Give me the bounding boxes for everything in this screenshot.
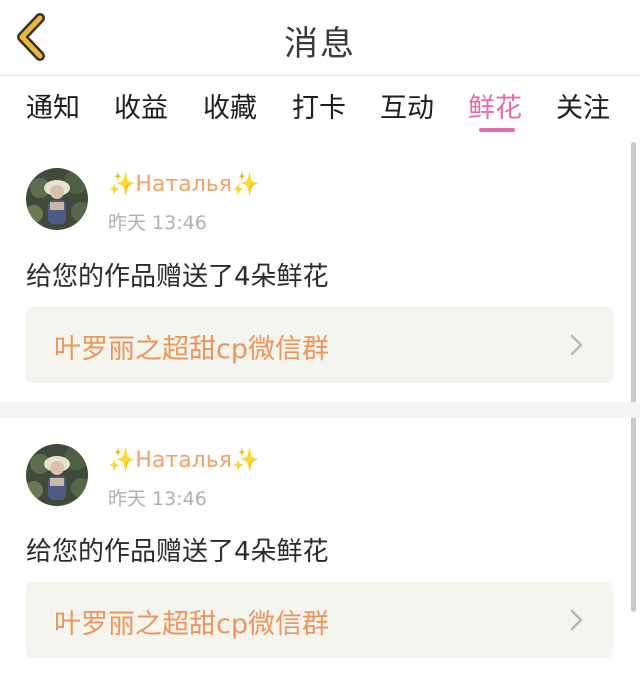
timestamp: 昨天 13:46 [108,212,207,234]
sparkle-icon: ✨ [232,172,260,197]
tab-earnings[interactable]: 收益 [114,86,168,125]
group-link[interactable]: 叶罗丽之超甜cp微信群 [26,307,613,383]
group-link[interactable]: 叶罗丽之超甜cp微信群 [26,582,613,658]
timestamp: 昨天 13:46 [108,488,207,510]
group-link-label: 叶罗丽之超甜cp微信群 [54,334,329,365]
tab-flowers[interactable]: 鲜花 [468,86,522,125]
tab-favorites[interactable]: 收藏 [203,86,257,125]
chevron-right-icon [570,334,583,356]
page-title: 消息 [284,24,356,64]
avatar-image [26,168,88,230]
tab-checkin[interactable]: 打卡 [292,86,346,125]
notification-card: ✨Наталья✨ 昨天 13:46 给您的作品赠送了4朵鲜花 叶罗丽之超甜cp… [0,140,630,402]
sparkle-icon: ✨ [108,172,136,197]
avatar[interactable] [26,444,88,506]
card-divider [0,402,640,418]
avatar[interactable] [26,168,88,230]
notification-message: 给您的作品赠送了4朵鲜花 [26,537,329,567]
tab-interactions[interactable]: 互动 [380,86,434,125]
notification-message: 给您的作品赠送了4朵鲜花 [26,262,329,292]
user-name[interactable]: ✨Наталья✨ [108,448,259,473]
scrollbar[interactable] [631,142,636,612]
sparkle-icon: ✨ [108,448,136,473]
notification-card: ✨Наталья✨ 昨天 13:46 给您的作品赠送了4朵鲜花 叶罗丽之超甜cp… [0,418,630,677]
tab-follows[interactable]: 关注 [556,86,610,125]
user-name[interactable]: ✨Наталья✨ [108,172,259,197]
tab-notifications[interactable]: 通知 [26,86,80,125]
user-name-text: Наталья [135,172,232,197]
chevron-right-icon [570,609,583,631]
sparkle-icon: ✨ [232,448,260,473]
active-tab-indicator [479,128,515,132]
header-bar: 消息 [0,0,640,76]
tab-bar: 通知 收益 收藏 打卡 互动 鲜花 关注 [0,76,640,138]
avatar-image [26,444,88,506]
user-name-text: Наталья [135,448,232,473]
group-link-label: 叶罗丽之超甜cp微信群 [54,609,329,640]
